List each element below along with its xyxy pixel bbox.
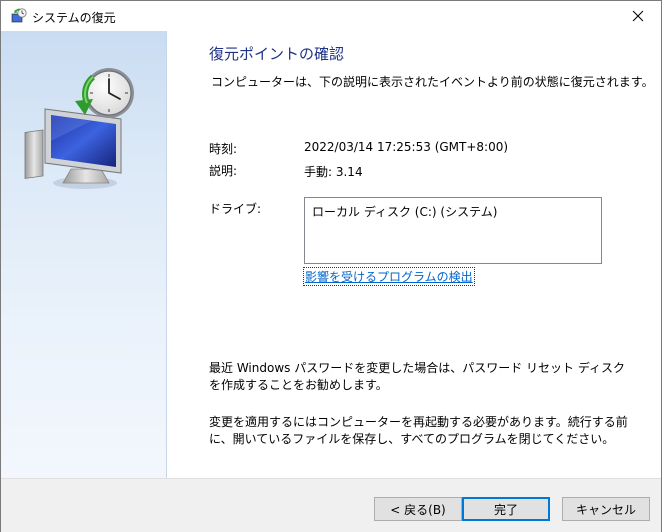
list-item[interactable]: ローカル ディスク (C:) (システム) — [312, 203, 497, 220]
cancel-button[interactable]: キャンセル — [562, 497, 650, 521]
system-restore-icon — [11, 8, 27, 23]
close-icon — [632, 10, 644, 22]
drive-label: ドライブ: — [209, 202, 262, 216]
drive-list[interactable]: ローカル ディスク (C:) (システム) — [304, 197, 602, 264]
page-title: 復元ポイントの確認 — [209, 45, 345, 63]
finish-button[interactable]: 完了 — [462, 497, 550, 521]
window-title: システムの復元 — [32, 11, 116, 25]
button-bar: < 戻る(B) 完了 キャンセル — [1, 478, 661, 532]
description-value: 手動: 3.14 — [304, 165, 363, 179]
restart-note: 変更を適用するにはコンピューターを再起動する必要があります。続行する前に、開いて… — [209, 415, 628, 446]
wizard-content: 復元ポイントの確認 コンピューターは、下の説明に表示されたイベントより前の状態に… — [167, 31, 661, 478]
scan-affected-programs-link[interactable]: 影響を受けるプログラムの検出 — [303, 267, 475, 286]
title-bar[interactable]: システムの復元 — [1, 1, 661, 31]
page-description: コンピューターは、下の説明に表示されたイベントより前の状態に復元されます。 — [211, 75, 654, 89]
close-button[interactable] — [615, 1, 661, 31]
system-restore-window: システムの復元 復元ポイントの確認 コンピューターは、下の説明に表示されたイベン… — [0, 0, 662, 532]
back-button[interactable]: < 戻る(B) — [374, 497, 462, 521]
wizard-sidebar — [1, 31, 167, 478]
computer-restore-clock-icon — [24, 68, 134, 189]
time-value: 2022/03/14 17:25:53 (GMT+8:00) — [304, 140, 509, 154]
time-label: 時刻: — [209, 142, 238, 156]
password-reset-note: 最近 Windows パスワードを変更した場合は、パスワード リセット ディスク… — [209, 361, 625, 392]
description-label: 説明: — [209, 164, 238, 178]
